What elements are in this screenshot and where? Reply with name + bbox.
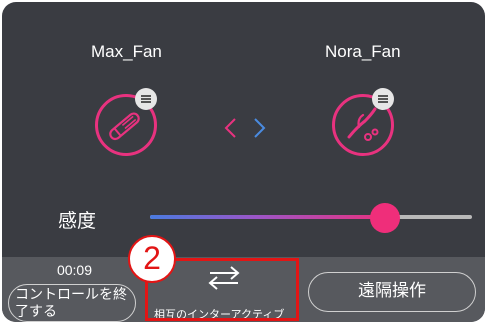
interactive-panel: Max_Fan Nora_Fan 感度 00:09 コントロールを終了する 相互… [2,2,485,322]
step-marker: 2 [128,235,176,283]
right-device-menu-icon[interactable] [372,88,394,110]
sensitivity-slider-thumb[interactable] [370,203,401,233]
remote-control-button[interactable]: 遠隔操作 [308,272,476,312]
left-user-name: Max_Fan [91,42,162,61]
sensitivity-label: 感度 [58,210,97,232]
end-control-button[interactable]: コントロールを終了する [8,284,136,322]
left-device-menu-icon[interactable] [135,88,157,110]
bidirectional-arrows-icon [224,118,266,138]
right-user-name: Nora_Fan [325,42,401,61]
session-timer: 00:09 [56,262,93,278]
sensitivity-slider[interactable] [150,203,472,233]
swap-arrows-icon [208,266,240,290]
mutual-interactive-label: 相互のインターアクティブ [154,308,285,321]
sensitivity-slider-fill [150,215,386,219]
